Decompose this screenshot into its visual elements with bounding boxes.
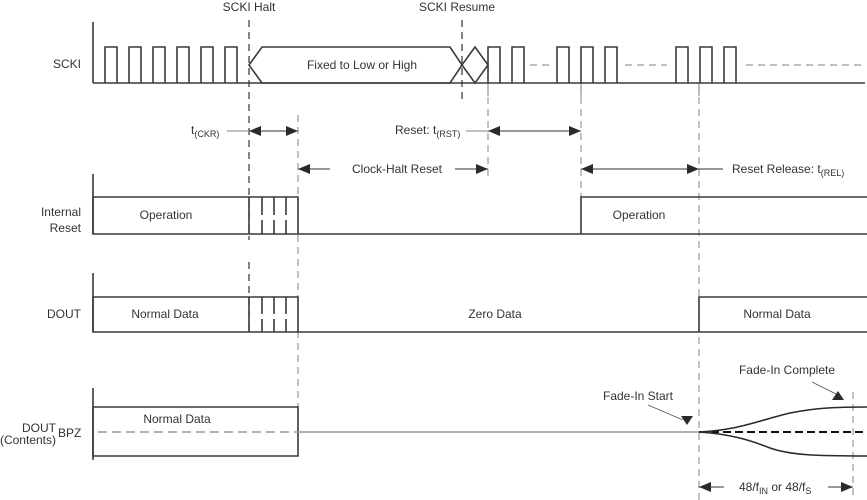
fade-in-complete-leader bbox=[811, 381, 839, 396]
dout-bpz-label-suffix: BPZ bbox=[58, 426, 81, 440]
fade-in-complete-label: Fade-In Complete bbox=[739, 363, 835, 377]
fade-duration-label: 48/fIN or 48/fS bbox=[739, 480, 811, 496]
internal-reset-transition-bars bbox=[261, 197, 287, 234]
scki-resume-label: SCKI Resume bbox=[419, 0, 495, 14]
arrowhead-left bbox=[581, 164, 593, 174]
scki-halt-label: SCKI Halt bbox=[223, 0, 276, 14]
dout-transition-bars bbox=[261, 297, 287, 332]
fade-in-upper-envelope bbox=[698, 406, 867, 433]
dout-normal-data-after: Normal Data bbox=[743, 307, 811, 321]
internal-reset-operation-after: Operation bbox=[613, 208, 666, 222]
arrowhead-left bbox=[488, 126, 500, 136]
dout-zero-data: Zero Data bbox=[468, 307, 522, 321]
scki-fixed-label: Fixed to Low or High bbox=[307, 58, 417, 72]
fade-in-complete-pointer bbox=[832, 391, 844, 400]
fade-in-start-label: Fade-In Start bbox=[603, 389, 674, 403]
fade-in-lower-envelope bbox=[698, 431, 867, 457]
internal-reset-operation-box bbox=[92, 196, 299, 235]
dout-bpz-normal-data: Normal Data bbox=[143, 412, 211, 426]
scki-clock-pulses-pre bbox=[104, 46, 238, 83]
arrowhead-left bbox=[298, 164, 310, 174]
scki-clock-pulses-post bbox=[487, 46, 737, 83]
dout-bpz-label-sub: (Contents) bbox=[0, 433, 56, 447]
t-rst-label: Reset: t(RST) bbox=[395, 123, 460, 139]
arrowhead-left bbox=[249, 126, 261, 136]
t-ckr-label: t(CKR) bbox=[191, 123, 219, 139]
dout-normal-data-before: Normal Data bbox=[131, 307, 199, 321]
clock-halt-reset-label: Clock-Halt Reset bbox=[352, 162, 443, 176]
fade-in-start-pointer bbox=[681, 416, 693, 425]
arrowhead-left bbox=[699, 482, 711, 492]
scki-label: SCKI bbox=[53, 57, 81, 71]
fade-in-start-leader bbox=[647, 404, 684, 421]
arrowhead-right bbox=[687, 164, 699, 174]
internal-reset-label-line1: Internal bbox=[41, 205, 81, 219]
arrowhead-right bbox=[286, 126, 298, 136]
dout-label: DOUT bbox=[47, 307, 82, 321]
internal-reset-operation-before: Operation bbox=[140, 208, 193, 222]
timing-diagram: SCKI Halt SCKI Resume SCKI Fixed to Low … bbox=[0, 0, 867, 500]
internal-reset-label-line2: Reset bbox=[50, 221, 82, 235]
arrowhead-right bbox=[476, 164, 488, 174]
arrowhead-right bbox=[841, 482, 853, 492]
t-rel-label: Reset Release: t(REL) bbox=[732, 162, 844, 178]
arrowhead-right bbox=[569, 126, 581, 136]
